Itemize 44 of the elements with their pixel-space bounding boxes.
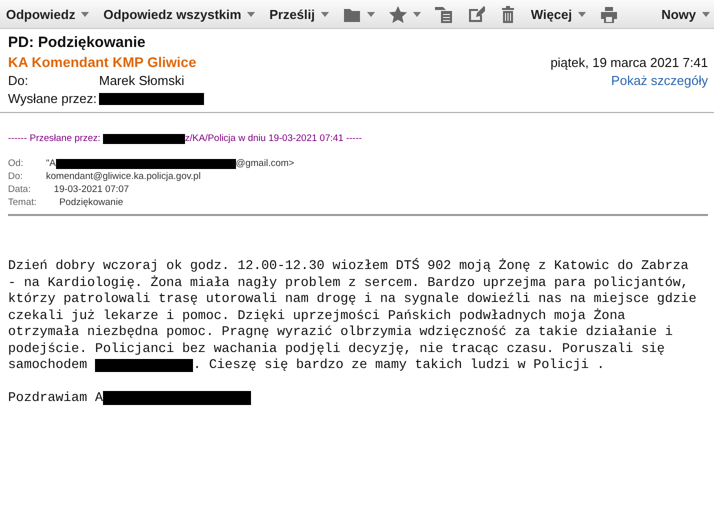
field-value: @gmail.com> [236, 158, 294, 169]
caret-icon [412, 12, 421, 16]
field-label: Od: [8, 158, 24, 169]
field-label: Wysłane przez: [8, 91, 98, 106]
email-date: piątek, 19 marca 2021 7:41 [550, 54, 708, 70]
message-body-line: - na Kardiologię. Żona miała nagły problem z sercem. Bardzo uprzejma para policjantów, [8, 274, 689, 291]
caret-icon [702, 12, 710, 16]
forward-header-text: z/KA/Policja w dniu 19-03-2021 07:41 ----- [185, 133, 362, 144]
field-value: komendant@gliwice.ka.policja.gov.pl [46, 171, 201, 182]
signature-text: Pozdrawiam A [8, 390, 103, 406]
toolbar-menu-button[interactable]: Prześlij [269, 6, 329, 22]
message-body-line: . Cieszę się bardzo ze mamy takich ludzi w Policji . [193, 357, 605, 374]
print-icon[interactable] [600, 6, 618, 22]
field-label: Do: [8, 73, 30, 88]
list-icon[interactable] [434, 6, 453, 22]
toolbar-menu-button[interactable] [388, 6, 421, 22]
field-value: Podziękowanie [58, 197, 124, 208]
new-menu-button[interactable]: Nowy [661, 6, 710, 22]
field-label: Do: [8, 171, 24, 182]
field-label: Temat: [8, 197, 38, 208]
field-label: Data: [8, 184, 32, 195]
show-details-link[interactable]: Pokaż szczegóły [611, 73, 708, 88]
caret-icon [366, 12, 375, 16]
field-value: 19-03-2021 07:07 [52, 184, 129, 195]
email-subject: PD: Podziękowanie [8, 34, 147, 51]
edit-icon[interactable] [466, 6, 485, 22]
caret-icon [578, 12, 586, 16]
recipient-name: Marek Słomski [99, 73, 184, 88]
field-value: "A [46, 158, 56, 169]
toolbar-menu-button[interactable]: Odpowiedz wszystkim [103, 6, 256, 22]
toolbar-menu-button[interactable]: Odpowiedz [6, 6, 90, 22]
sender-name: KA Komendant KMP Gliwice [8, 54, 196, 70]
caret-icon [81, 12, 90, 16]
star-icon [388, 6, 407, 22]
message-body-line: Dzień dobry wczoraj ok godz. 12.00-12.30 wiozłem DTŚ 902 moją Żonę z Katowic do Zabrza [8, 258, 689, 274]
message-body-line: otrzymała niezbędna pomoc. Pragnę wyrazić olbrzymia wdzięczność za takie działanie i [8, 324, 673, 340]
toolbar-menu-button[interactable]: Więcej [530, 6, 586, 22]
caret-icon [320, 12, 329, 16]
message-body-line: którzy patrolowali trasę utorowali nam drogę i na sygnale dowieźli nas na miejsce gdzie [8, 291, 696, 308]
message-body-line: podejście. Policjanci bez wachania podjęli decyzję, nie tracąc czasu. Poruszali się [8, 340, 665, 357]
caret-icon [247, 12, 256, 16]
message-body-line: samochodem [8, 357, 88, 374]
message-body-line: czekali już lekarze i pomoc. Dzięki uprzejmości Pańskich podwładnych moja Żona [8, 308, 626, 324]
forward-header-text: ------ Przesłane przez: [8, 133, 102, 144]
